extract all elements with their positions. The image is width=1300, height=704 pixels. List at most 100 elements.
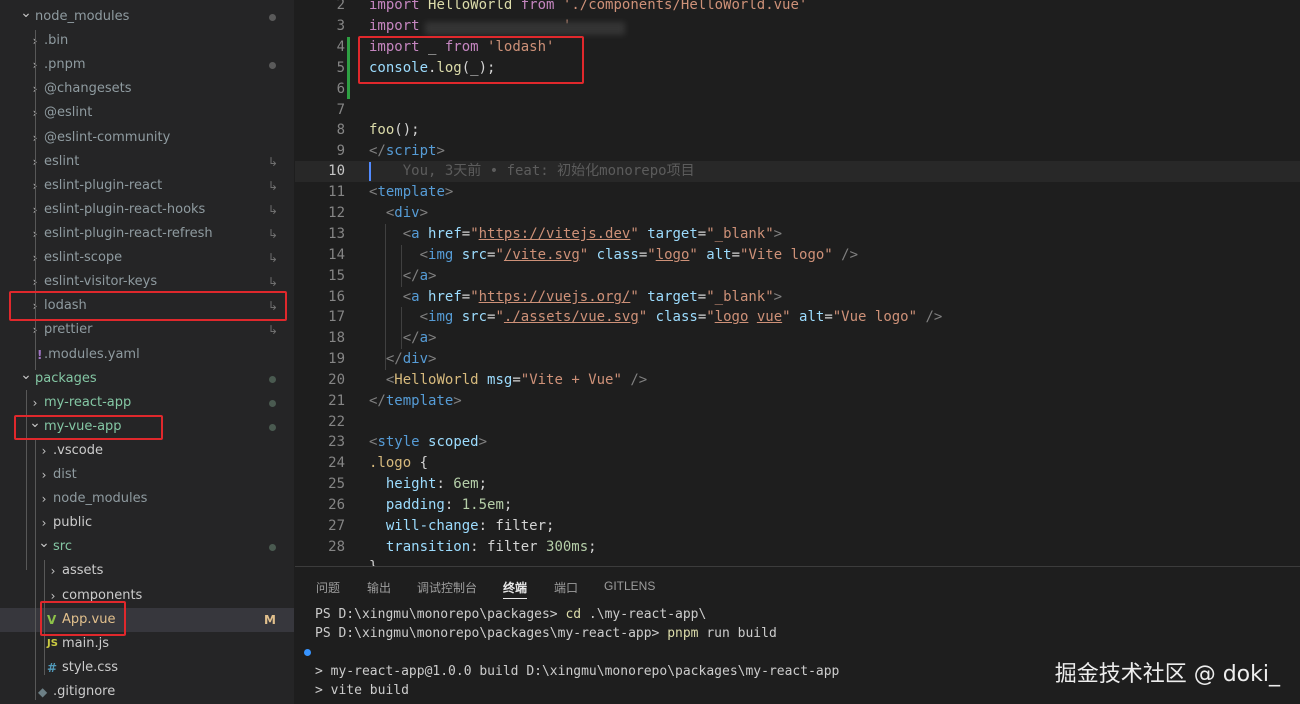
code-line[interactable]: 22 — [295, 412, 1300, 433]
symlink-icon: ↳ — [267, 179, 278, 193]
chevron-right-icon[interactable]: › — [47, 559, 59, 583]
line-number: 24 — [328, 455, 345, 471]
tree-item-pnpm[interactable]: ›.pnpm — [0, 53, 294, 77]
panel-tab-3[interactable]: 终端 — [503, 579, 528, 599]
panel-tab-1[interactable]: 输出 — [367, 579, 391, 596]
code-line[interactable]: 19 </div> — [295, 349, 1300, 370]
code-text: foo(); — [369, 122, 420, 138]
indent-guide — [401, 307, 402, 349]
tree-item-label: @eslint — [44, 105, 93, 120]
code-text: .logo { — [369, 455, 429, 471]
line-number: 21 — [328, 393, 345, 409]
tree-item-eslint-plugin-react-refresh[interactable]: ›eslint-plugin-react-refresh↳ — [0, 222, 294, 246]
tree-item-label: .modules.yaml — [44, 347, 140, 362]
panel-tab-0[interactable]: 问题 — [316, 579, 340, 596]
line-number: 22 — [328, 414, 345, 430]
tree-item-changesets[interactable]: ›@changesets — [0, 77, 294, 101]
tree-item-packages[interactable]: ⌄ packages — [0, 367, 294, 391]
tree-item-label: node_modules — [35, 9, 130, 24]
code-line[interactable]: 24 .logo { — [295, 453, 1300, 474]
line-number: 16 — [328, 289, 345, 305]
symlink-icon: ↳ — [267, 251, 278, 265]
code-line[interactable]: 7 — [295, 100, 1300, 121]
code-line[interactable]: 23 <style scoped> — [295, 432, 1300, 453]
code-line[interactable]: 21 </template> — [295, 391, 1300, 412]
lodash-highlight-box — [9, 291, 287, 321]
chevron-down-icon[interactable]: ⌄ — [38, 531, 50, 555]
code-line[interactable]: 18 </a> — [295, 328, 1300, 349]
panel-tab-5[interactable]: GITLENS — [604, 579, 655, 593]
redacted-text — [425, 22, 625, 35]
code-text: </a> — [402, 330, 437, 346]
panel-tab-4[interactable]: 端口 — [554, 579, 578, 596]
my-vue-app-highlight-box — [14, 415, 163, 440]
tree-item-eslint[interactable]: ›eslint↳ — [0, 150, 294, 174]
code-editor[interactable]: 2 import HelloWorld from './components/He… — [295, 0, 1300, 566]
git-status-dot-icon — [269, 62, 276, 69]
code-text: <div> — [385, 205, 429, 221]
code-line[interactable]: 26 padding: 1.5em; — [295, 495, 1300, 516]
tree-item-eslint-plugin-react[interactable]: ›eslint-plugin-react↳ — [0, 174, 294, 198]
tree-item-eslint-community[interactable]: ›@eslint-community — [0, 126, 294, 150]
code-line[interactable]: 15 </a> — [295, 266, 1300, 287]
tree-item-label: .pnpm — [44, 57, 86, 72]
code-text: </template> — [369, 393, 462, 409]
line-number: 17 — [328, 309, 345, 325]
modified-badge: M — [264, 613, 276, 627]
chevron-down-icon[interactable]: ⌄ — [20, 363, 32, 387]
tree-item-label: eslint-plugin-react-refresh — [44, 226, 213, 241]
tree-item-label: packages — [35, 371, 97, 386]
code-line[interactable]: 27 will-change: filter; — [295, 516, 1300, 537]
lodash-import-highlight-box — [358, 36, 584, 84]
line-number: 20 — [328, 372, 345, 388]
terminal-line: > my-react-app@1.0.0 build D:\xingmu\mon… — [315, 664, 840, 679]
line-number: 19 — [328, 351, 345, 367]
tree-item-node-modules[interactable]: ⌄ node_modules — [0, 5, 294, 29]
symlink-icon: ↳ — [267, 203, 278, 217]
code-line[interactable]: 2 import HelloWorld from './components/He… — [295, 0, 1300, 16]
code-line[interactable]: 28 transition: filter 300ms; — [295, 537, 1300, 558]
code-line[interactable]: 10 You, 3天前 • feat: 初始化monorepo项目 — [295, 161, 1300, 182]
chevron-down-icon[interactable]: ⌄ — [20, 1, 32, 25]
chevron-right-icon[interactable]: › — [38, 439, 50, 463]
symlink-icon: ↳ — [267, 155, 278, 169]
tree-item-prettier[interactable]: ›prettier↳ — [0, 318, 294, 342]
tree-item-my-react-app[interactable]: › my-react-app — [0, 391, 294, 415]
line-number: 26 — [328, 497, 345, 513]
code-line[interactable]: 17 <img src="./assets/vue.svg" class="lo… — [295, 307, 1300, 328]
code-line[interactable]: 16 <a href="https://vuejs.org/" target="… — [295, 287, 1300, 308]
tree-item-modules-yaml[interactable]: ! .modules.yaml — [0, 343, 294, 367]
indent-guide — [401, 245, 402, 287]
code-text: <style scoped> — [369, 434, 488, 450]
code-line[interactable]: 11 <template> — [295, 182, 1300, 203]
code-line[interactable]: 25 height: 6em; — [295, 474, 1300, 495]
tree-item-bin[interactable]: ›.bin — [0, 29, 294, 53]
line-number: 13 — [328, 226, 345, 242]
code-text: <img src="./assets/vue.svg" class="logo … — [419, 309, 943, 325]
code-line[interactable]: } — [295, 557, 1300, 566]
code-line[interactable]: 12 <div> — [295, 203, 1300, 224]
tree-item-eslint-plugin-react-hooks[interactable]: ›eslint-plugin-react-hooks↳ — [0, 198, 294, 222]
code-line[interactable]: 8 foo(); — [295, 120, 1300, 141]
code-line[interactable]: 13 <a href="https://vitejs.dev" target="… — [295, 224, 1300, 245]
tree-item-eslint[interactable]: ›@eslint — [0, 101, 294, 125]
symlink-icon: ↳ — [267, 227, 278, 241]
tree-item-src[interactable]: ⌄ src — [0, 535, 294, 559]
code-text: </script> — [369, 143, 445, 159]
tree-item-eslint-scope[interactable]: ›eslint-scope↳ — [0, 246, 294, 270]
tree-item-vscode[interactable]: › .vscode — [0, 439, 294, 463]
tree-item-dist[interactable]: › dist — [0, 463, 294, 487]
code-text: height: 6em; — [385, 476, 488, 492]
chevron-right-icon[interactable]: › — [38, 463, 50, 487]
tree-item-node-modules[interactable]: › node_modules — [0, 487, 294, 511]
chevron-right-icon[interactable]: › — [38, 487, 50, 511]
line-number: 28 — [328, 539, 345, 555]
tree-item-label: eslint-plugin-react-hooks — [44, 202, 206, 217]
panel-tab-2[interactable]: 调试控制台 — [417, 579, 477, 596]
yaml-file-icon: ! — [37, 348, 43, 362]
code-line[interactable]: 14 <img src="/vite.svg" class="logo" alt… — [295, 245, 1300, 266]
code-line[interactable]: 20 <HelloWorld msg="Vite + Vue" /> — [295, 370, 1300, 391]
tree-item-gitignore[interactable]: ◆ .gitignore — [0, 680, 294, 704]
tree-item-label: eslint — [44, 154, 80, 169]
code-line[interactable]: 9 </script> — [295, 141, 1300, 162]
